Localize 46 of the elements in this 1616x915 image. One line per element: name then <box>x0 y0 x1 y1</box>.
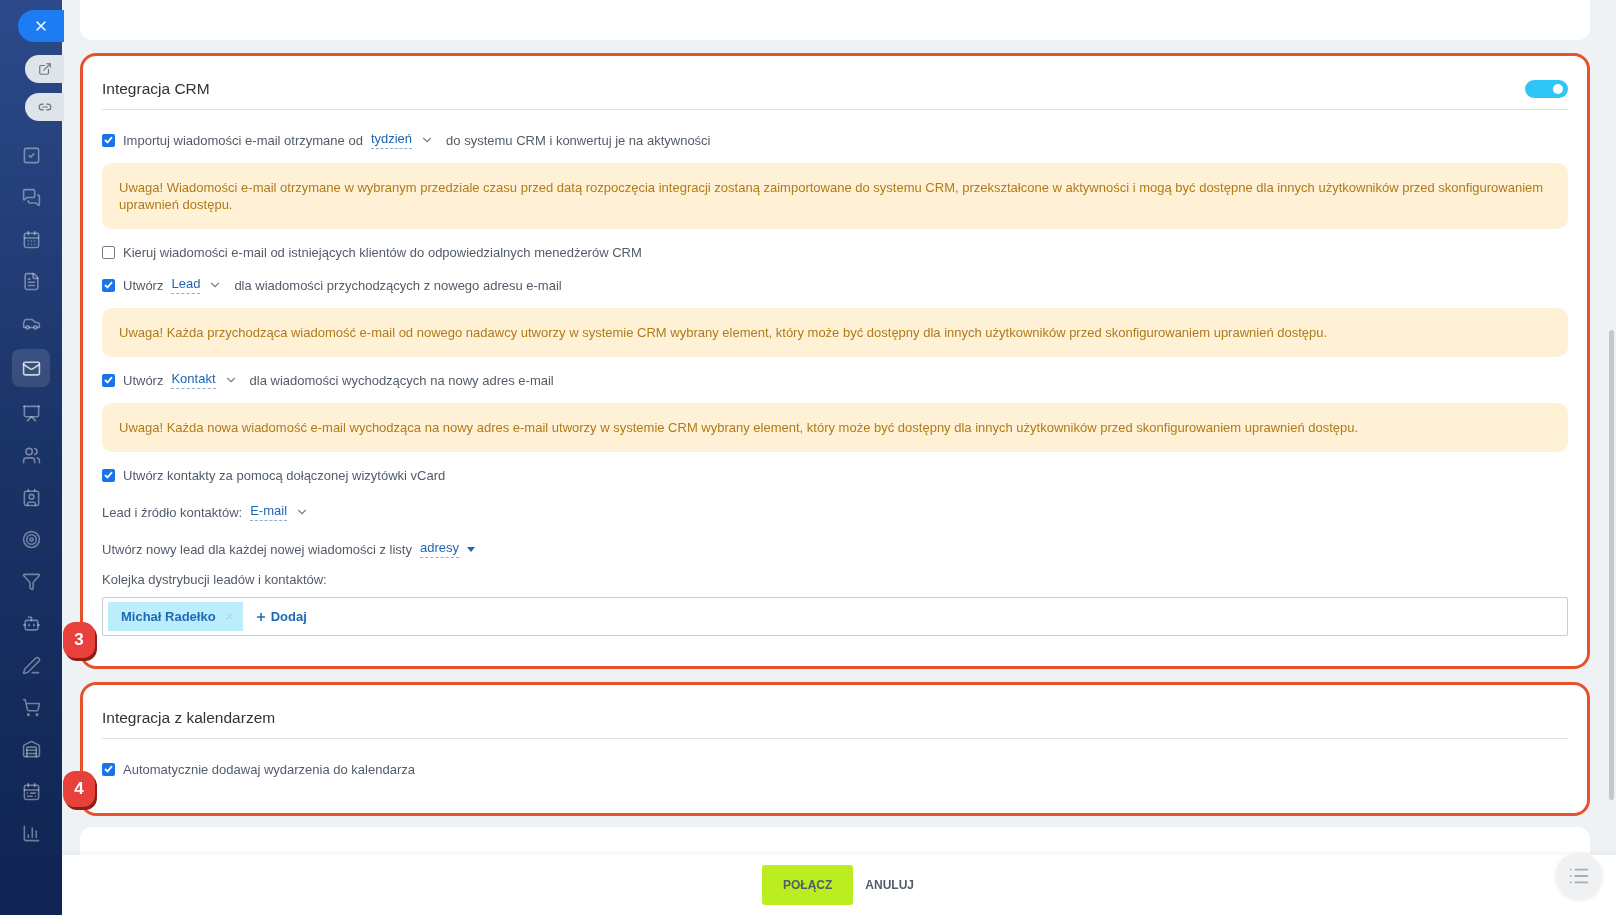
option-label: Importuj wiadomości e-mail otrzymane od <box>123 132 363 148</box>
checkbox[interactable] <box>102 245 115 259</box>
checkbox[interactable] <box>102 373 115 387</box>
option-label: Utwórz kontakty za pomocą dołączonej wizytówki vCard <box>123 467 446 483</box>
user-tag: Michał Radełko <box>108 602 243 631</box>
checkbox[interactable] <box>102 468 115 482</box>
option-label: dla wiadomości wychodzących na nowy adres e-mail <box>249 372 554 388</box>
step-badge: 4 <box>63 771 95 807</box>
checkbox[interactable] <box>102 762 115 776</box>
plus-icon <box>254 610 267 623</box>
user-selector-field[interactable]: Michał Radełko Dodaj <box>102 597 1568 636</box>
warning-message: Uwaga! Każda przychodząca wiadomość e-mail od nowego nadawcy utworzy w systemie CRM wybrany element, który może być dostępny dla innych użytkowników przed skonfigurowaniem uprawnień dostępu. <box>102 308 1568 357</box>
option-label: do systemu CRM i konwertuj je na aktywności <box>446 132 711 148</box>
option-label: Utwórz <box>123 277 164 293</box>
close-button[interactable] <box>18 10 64 42</box>
scrollbar-thumb[interactable] <box>1609 330 1614 800</box>
option-label: Kieruj wiadomości e-mail od istniejących klientów do odpowiedzialnych menedżerów CRM <box>123 244 642 260</box>
field-label: Kolejka dystrybucji leadów i kontaktów: <box>102 572 328 587</box>
toggle-switch[interactable] <box>1525 80 1568 98</box>
caret-icon <box>467 546 475 552</box>
list-button[interactable] <box>1556 853 1602 899</box>
option-label: Automatycznie dodawaj wydarzenia do kalendarza <box>123 761 415 777</box>
dropdown-link[interactable]: Lead <box>171 276 201 294</box>
cancel-button[interactable]: ANULUJ <box>863 865 916 905</box>
external-link-button[interactable] <box>25 55 64 83</box>
external-link-icon <box>37 62 52 76</box>
step-badge: 3 <box>63 622 95 658</box>
checkbox[interactable] <box>102 133 115 147</box>
option-label: Utwórz <box>123 372 164 388</box>
dropdown-link[interactable]: E-mail <box>250 503 288 521</box>
field-label: Lead i źródło kontaktów: <box>102 504 243 520</box>
checkbox[interactable] <box>102 278 115 292</box>
connect-button[interactable]: POŁĄCZ <box>762 865 854 905</box>
field-label: Utwórz nowy lead dla każdej nowej wiadomości z listy <box>102 541 412 557</box>
add-link[interactable]: Dodaj <box>254 609 307 624</box>
section-title: Integracja CRM <box>102 80 210 98</box>
warning-message: Uwaga! Wiadomości e-mail otrzymane w wybranym przedziale czasu przed datą rozpoczęcia integracji zostaną zaimportowane do systemu CRM, przekształcone w aktywności i mogą być dostępne dla innych użytkowników przed skonfigurowaniem uprawnień dostępu. <box>102 163 1568 229</box>
sidebar-icon[interactable] <box>12 349 50 387</box>
warning-message: Uwaga! Każda nowa wiadomość e-mail wychodząca na nowy adres e-mail utworzy w systemie CRM wybrany element, który może być dostępny dla innych użytkowników przed skonfigurowaniem uprawnień dostępu. <box>102 403 1568 452</box>
link-icon <box>37 100 52 114</box>
section-title: Integracja z kalendarzem <box>102 709 276 727</box>
link-button[interactable] <box>25 93 64 121</box>
dropdown-link[interactable]: adresy <box>419 540 459 558</box>
dropdown-link[interactable]: tydzień <box>370 131 413 149</box>
dropdown-link[interactable]: Kontakt <box>171 371 216 389</box>
option-label: dla wiadomości przychodzących z nowego adresu e-mail <box>234 277 562 293</box>
